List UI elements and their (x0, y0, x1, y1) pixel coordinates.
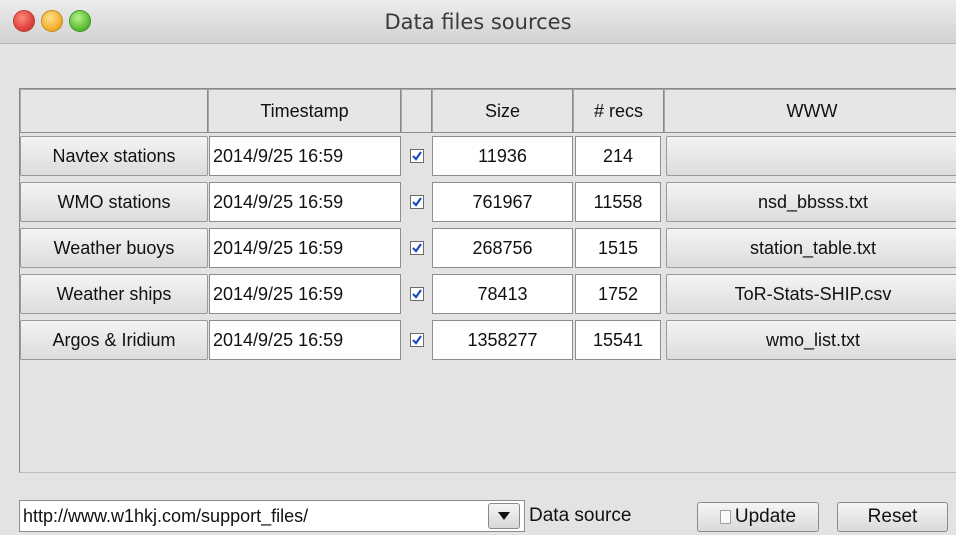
row-checkbox[interactable] (410, 287, 424, 301)
www-file-button[interactable]: nsd_bbsss.txt (666, 182, 956, 222)
checkmark-icon (412, 151, 422, 161)
data-source-dropdown-button[interactable] (488, 503, 520, 529)
row-name-button[interactable]: Argos & Iridium (20, 320, 208, 360)
size-field[interactable]: 78413 (432, 274, 573, 314)
recs-field[interactable]: 214 (575, 136, 661, 176)
recs-field[interactable]: 15541 (575, 320, 661, 360)
recs-field[interactable]: 1515 (575, 228, 661, 268)
header-www: WWW (664, 89, 956, 133)
row-checkbox[interactable] (410, 195, 424, 209)
title-bar: Data files sources (0, 0, 956, 44)
www-file-button[interactable]: wmo_list.txt (666, 320, 956, 360)
checkmark-icon (412, 243, 422, 253)
www-file-button[interactable]: station_table.txt (666, 228, 956, 268)
recs-field[interactable]: 11558 (575, 182, 661, 222)
header-size: Size (432, 89, 573, 133)
timestamp-field[interactable]: 2014/9/25 16:59 (209, 320, 401, 360)
row-name-button[interactable]: Weather buoys (20, 228, 208, 268)
header-check (401, 89, 432, 133)
row-checkbox[interactable] (410, 333, 424, 347)
row-name-button[interactable]: Weather ships (20, 274, 208, 314)
checkmark-icon (412, 197, 422, 207)
row-name-button[interactable]: Navtex stations (20, 136, 208, 176)
chevron-down-icon (498, 512, 510, 520)
www-file-button[interactable]: ToR-Stats-SHIP.csv (666, 274, 956, 314)
header-recs: # recs (573, 89, 664, 133)
header-corner (20, 89, 208, 133)
data-source-label: Data source (529, 505, 632, 526)
size-field[interactable]: 1358277 (432, 320, 573, 360)
update-checkbox[interactable] (719, 510, 731, 524)
timestamp-field[interactable]: 2014/9/25 16:59 (209, 228, 401, 268)
recs-field[interactable]: 1752 (575, 274, 661, 314)
update-toggle-button[interactable]: Update (697, 502, 819, 532)
reset-button[interactable]: Reset (837, 502, 948, 532)
header-timestamp: Timestamp (208, 89, 401, 133)
size-field[interactable]: 761967 (432, 182, 573, 222)
timestamp-field[interactable]: 2014/9/25 16:59 (209, 136, 401, 176)
row-checkbox[interactable] (410, 149, 424, 163)
data-source-url-input[interactable]: http://www.w1hkj.com/support_files/ (19, 500, 525, 532)
www-file-button[interactable] (666, 136, 956, 176)
window-title: Data files sources (384, 10, 572, 34)
row-name-button[interactable]: WMO stations (20, 182, 208, 222)
size-field[interactable]: 268756 (432, 228, 573, 268)
update-label: Update (734, 506, 797, 527)
row-checkbox[interactable] (410, 241, 424, 255)
data-files-table: Timestamp Size # recs WWW Navtex station… (19, 88, 956, 473)
timestamp-field[interactable]: 2014/9/25 16:59 (209, 182, 401, 222)
checkmark-icon (412, 289, 422, 299)
timestamp-field[interactable]: 2014/9/25 16:59 (209, 274, 401, 314)
checkmark-icon (412, 335, 422, 345)
size-field[interactable]: 11936 (432, 136, 573, 176)
